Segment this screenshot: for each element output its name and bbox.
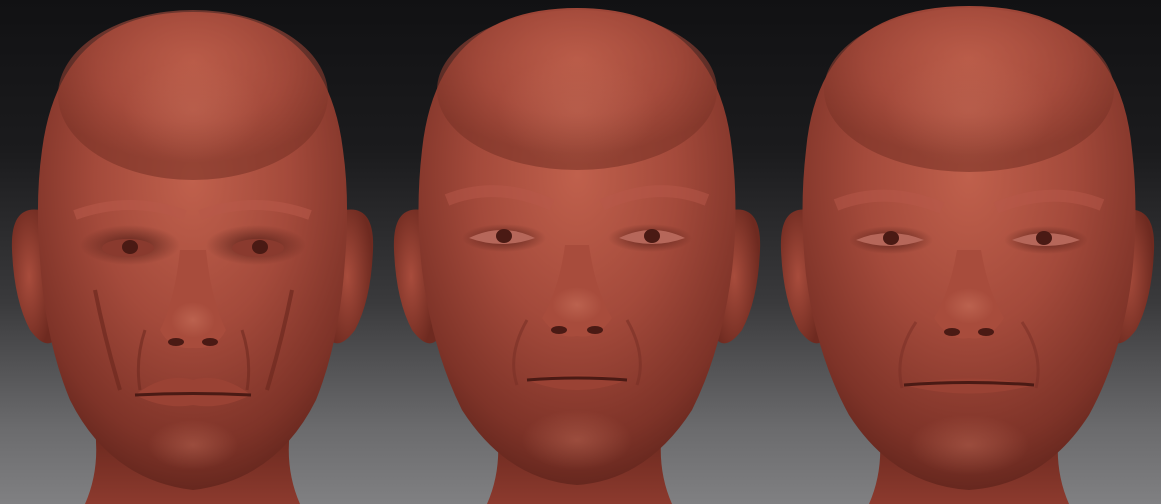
head-sculpt-left [0, 0, 387, 504]
head-sculpt-right [774, 0, 1161, 504]
head-sculpt-middle [387, 0, 774, 504]
sculpt-viewport [0, 0, 1161, 504]
